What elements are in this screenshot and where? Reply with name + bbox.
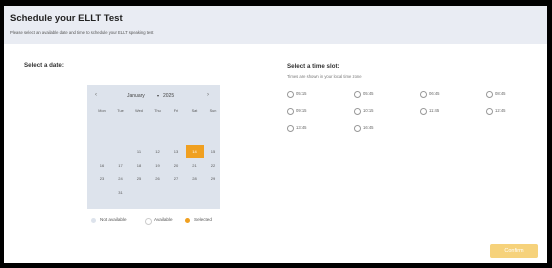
calendar-day <box>204 118 222 131</box>
time-slot-label: 05:45 <box>363 90 374 96</box>
year-label[interactable]: 2025 <box>163 93 174 99</box>
time-slot-radio[interactable] <box>287 91 294 98</box>
page-title: Schedule your ELLT Test <box>10 13 123 24</box>
time-section-label: Select a time slot: <box>287 63 340 70</box>
calendar-day[interactable]: 31 <box>112 186 130 199</box>
weekday-header: Tue <box>117 109 124 113</box>
calendar-day[interactable]: 12 <box>149 145 167 158</box>
date-section-label: Select a date: <box>24 62 64 69</box>
time-slot-radio[interactable] <box>486 91 493 98</box>
calendar-day <box>149 132 167 145</box>
calendar-day[interactable]: 18 <box>130 159 148 172</box>
legend-label: Available <box>154 217 173 222</box>
time-slot-label: 05:15 <box>296 90 307 96</box>
weekday-header: Thu <box>154 109 161 113</box>
time-slot-radio[interactable] <box>420 108 427 115</box>
calendar-day <box>112 118 130 131</box>
time-slot-radio[interactable] <box>486 108 493 115</box>
time-slot-radio[interactable] <box>354 91 361 98</box>
time-slot-radio[interactable] <box>287 125 294 132</box>
time-slot-label: 11:45 <box>429 107 440 113</box>
calendar-day[interactable]: 27 <box>167 172 185 185</box>
calendar-day[interactable]: 25 <box>130 172 148 185</box>
calendar-day <box>93 132 111 145</box>
calendar-day <box>112 132 130 145</box>
confirm-button[interactable]: Confirm <box>490 244 538 258</box>
weekday-header: Mon <box>98 109 106 113</box>
time-slot-label: 16:45 <box>363 124 374 130</box>
calendar-day <box>112 145 130 158</box>
time-slot-label: 10:15 <box>363 107 374 113</box>
time-slot-label: 08:45 <box>495 90 506 96</box>
calendar-day <box>149 118 167 131</box>
calendar-day <box>186 132 204 145</box>
chevron-left-icon[interactable]: ‹ <box>95 92 97 98</box>
legend-label: Not available <box>100 217 127 222</box>
page-subtitle: Please select an available date and time… <box>10 30 154 35</box>
chevron-down-icon: ▾ <box>157 93 160 98</box>
calendar-day[interactable]: 29 <box>204 172 222 185</box>
calendar-day <box>167 132 185 145</box>
time-slot-radio[interactable] <box>354 108 361 115</box>
time-slot-label: 09:15 <box>296 107 307 113</box>
calendar-day[interactable]: 13 <box>167 145 185 158</box>
time-slot-radio[interactable] <box>420 91 427 98</box>
weekday-header: Fri <box>173 109 179 113</box>
legend-available-dot <box>145 218 152 225</box>
calendar-day[interactable]: 20 <box>167 159 185 172</box>
calendar-day <box>93 145 111 158</box>
calendar-day[interactable]: 28 <box>186 172 204 185</box>
page-header: Schedule your ELLT Test Please select an… <box>4 6 547 44</box>
booking-window: Schedule your ELLT Test Please select an… <box>4 6 547 263</box>
calendar-day <box>167 118 185 131</box>
time-slot-label: 13:45 <box>296 124 307 130</box>
calendar-day <box>93 186 111 199</box>
calendar-day[interactable]: 23 <box>93 172 111 185</box>
calendar-day[interactable]: 11 <box>130 145 148 158</box>
calendar-day <box>186 118 204 131</box>
time-slot-radio[interactable] <box>354 125 361 132</box>
legend-label: Selected <box>194 217 212 222</box>
time-slot-label: 06:45 <box>429 90 440 96</box>
weekday-header: Wed <box>135 109 143 113</box>
calendar-day <box>130 118 148 131</box>
calendar-day[interactable]: 21 <box>186 159 204 172</box>
calendar-day[interactable]: 26 <box>149 172 167 185</box>
weekday-header: Sun <box>209 109 217 113</box>
calendar-day[interactable]: 17 <box>112 159 130 172</box>
calendar-day <box>204 132 222 145</box>
calendar-day[interactable]: 19 <box>149 159 167 172</box>
calendar-day[interactable]: 22 <box>204 159 222 172</box>
calendar-day[interactable]: 15 <box>204 145 222 158</box>
legend-not-available-dot <box>91 218 96 223</box>
calendar-day[interactable]: 16 <box>93 159 111 172</box>
calendar-day <box>130 132 148 145</box>
legend-selected-dot <box>185 218 190 223</box>
timezone-note: Times are shown in your local time zone <box>287 74 362 79</box>
time-slot-label: 12:45 <box>495 107 506 113</box>
time-slot-radio[interactable] <box>287 108 294 115</box>
calendar-day <box>93 118 111 131</box>
chevron-right-icon[interactable]: › <box>207 92 209 98</box>
calendar-day[interactable]: 24 <box>112 172 130 185</box>
calendar-day-selected[interactable]: 14 <box>185 145 204 159</box>
date-calendar: ‹ January ▾ 2025 › Mon Tue Wed Thu Fri Sat Sun… <box>87 85 220 209</box>
weekday-header: Sat <box>191 109 198 113</box>
month-select[interactable]: January <box>127 93 145 99</box>
